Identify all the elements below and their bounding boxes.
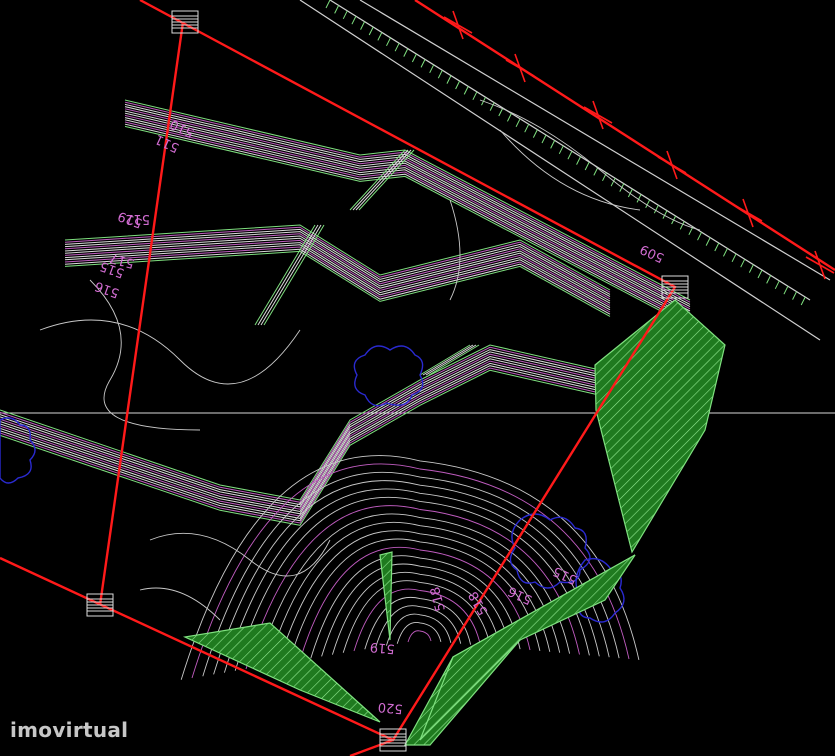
road-hatch-tick: [532, 129, 538, 138]
contour-label: 516: [93, 278, 121, 301]
contour-label: 520: [377, 699, 403, 716]
road-hatch-tick: [697, 231, 702, 241]
contour-label: 509: [638, 241, 667, 265]
road-hatch-tick: [463, 86, 469, 95]
road-hatch-tick: [498, 107, 504, 117]
road-hatch-tick: [783, 285, 789, 295]
contour-line: [139, 587, 221, 621]
road-hatch-tick: [386, 37, 391, 47]
contour-label: 515: [551, 563, 580, 587]
road-hatch-tick: [584, 161, 590, 171]
contour-labels: 519515516517512510511509518 5185155165195…: [93, 116, 667, 716]
road-hatch-tick: [558, 145, 564, 155]
road-hatch-tick: [593, 167, 599, 176]
contour-label: 512: [125, 211, 150, 226]
cross-marker: [514, 53, 526, 83]
road-hatch-tick: [541, 134, 547, 144]
road-hatch-tick: [377, 32, 383, 41]
contour-line: [449, 199, 461, 301]
road-hatch-tick: [472, 91, 478, 101]
road-hatch-tick: [325, 0, 331, 9]
road-hatch-tick: [429, 64, 435, 74]
road-hatch-tick: [506, 113, 512, 122]
terrace-line: [0, 353, 601, 510]
road-hatch-tick: [368, 26, 374, 36]
road-hatch-tick: [792, 291, 798, 300]
road-hatch-tick: [342, 10, 348, 20]
road-hatch-tick: [411, 53, 417, 63]
contour-line: [89, 279, 201, 431]
contour-line: [499, 129, 641, 211]
contour-line: [396, 621, 442, 644]
terrace-line: [0, 360, 601, 517]
road-hatch-tick: [550, 140, 556, 149]
terrace-bands: [0, 99, 691, 526]
road-hatch-tick: [446, 75, 452, 84]
road-hatch-tick: [731, 253, 737, 263]
contour-line: [385, 613, 452, 646]
road-hatch-tick: [576, 156, 582, 165]
contour-line: [407, 630, 432, 643]
road-hatch-tick: [800, 296, 806, 306]
road-hatch-tick: [455, 80, 461, 90]
road-hatch-tick: [334, 5, 340, 14]
road-hatch-tick: [420, 59, 426, 68]
road-hatch-tick: [748, 264, 754, 273]
contour-line: [149, 532, 331, 577]
road-hatch-tick: [524, 123, 530, 133]
terrace-line: [0, 358, 601, 515]
contour-line: [245, 505, 580, 670]
road-hatch-tick: [740, 258, 746, 268]
cad-drawing-canvas: 519515516517512510511509518 5185155165195…: [0, 0, 835, 756]
road-hatch-tick: [403, 48, 409, 57]
road-hatch-tick: [437, 69, 443, 79]
road-hatch-tick: [757, 269, 763, 279]
road-hatch-tick: [360, 21, 366, 30]
contour-label: 519: [369, 639, 395, 656]
road-hatch-tick: [394, 42, 400, 52]
imovirtual-watermark: imovirtual: [10, 718, 129, 742]
road-hatch-tick: [679, 221, 685, 230]
road-hatch-tick: [722, 248, 728, 257]
cross-marker: [666, 150, 678, 180]
road-hatch-tick: [567, 150, 573, 160]
road-hatch-tick: [705, 237, 711, 246]
contour-label: 518: [466, 588, 491, 617]
contour-line: [39, 319, 301, 385]
cross-marker: [814, 250, 826, 280]
road-hatch-tick: [515, 118, 521, 128]
road-hatch-tick: [766, 275, 772, 284]
road-hatch-tick: [351, 15, 357, 25]
terrace-line: [0, 355, 601, 513]
road-hatch-tick: [774, 280, 780, 290]
road-hatch-tick: [714, 242, 720, 252]
